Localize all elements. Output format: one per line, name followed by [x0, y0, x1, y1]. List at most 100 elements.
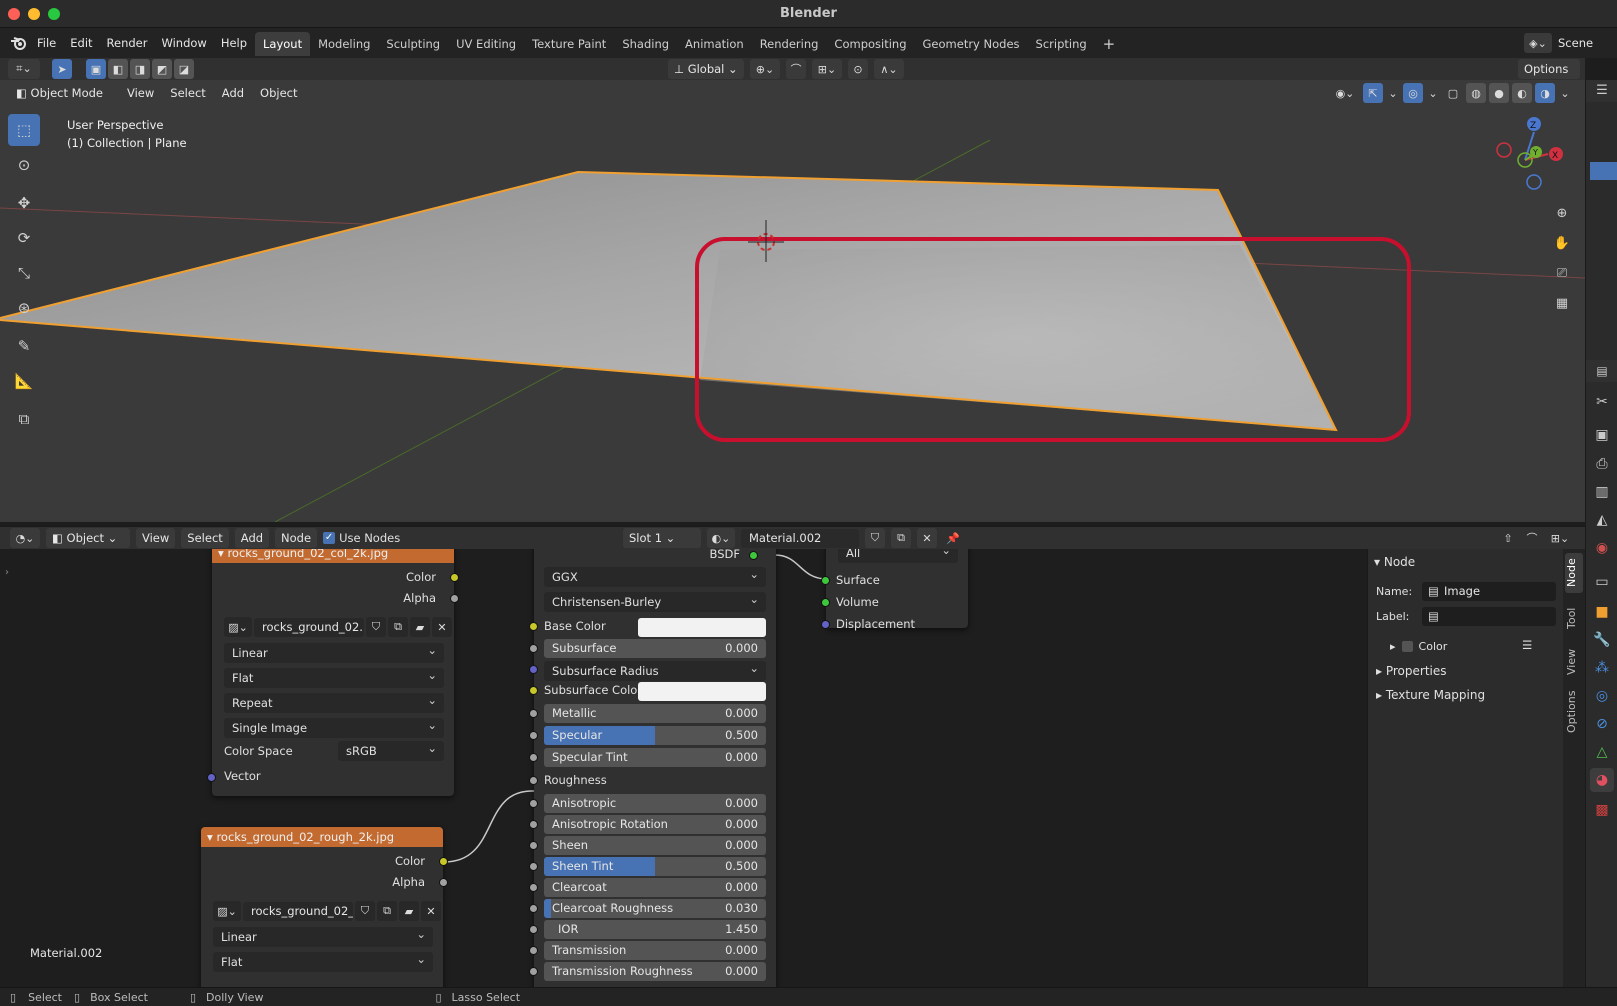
select-invert-icon[interactable]: ◩	[152, 59, 172, 79]
volume-input-socket[interactable]	[821, 598, 830, 607]
select-extend-icon[interactable]: ◧	[108, 59, 128, 79]
clearcoat-roughness-socket[interactable]	[529, 904, 538, 913]
perspective-grid-icon[interactable]: ▦	[1549, 290, 1575, 316]
menu-file[interactable]: File	[30, 32, 63, 54]
color-space-dropdown[interactable]: sRGB	[338, 738, 444, 761]
displacement-input-socket[interactable]	[821, 620, 830, 629]
node-editor-type-icon[interactable]: ◔⌄	[10, 528, 40, 548]
output-target-dropdown[interactable]: All	[838, 549, 958, 563]
node-menu-select[interactable]: Select	[181, 528, 229, 548]
overlay-toggle-icon[interactable]: ◎	[1403, 83, 1423, 103]
select-box-icon[interactable]: ⬚	[8, 114, 40, 146]
tab-rendering[interactable]: Rendering	[752, 32, 827, 56]
modifier-properties-icon[interactable]: 🔧	[1590, 628, 1614, 652]
texture-properties-icon[interactable]: ▩	[1590, 798, 1614, 822]
collapse-arrow-icon[interactable]: ›	[5, 567, 9, 578]
anisotropic-field[interactable]: Anisotropic 0.000	[544, 794, 766, 813]
node-panel-header[interactable]: ▾ Node	[1374, 555, 1415, 569]
viewport-menu-object[interactable]: Object	[254, 83, 304, 103]
texture-node-1-header[interactable]: ▾ rocks_ground_02_col_2k.jpg	[212, 549, 454, 563]
image-browse-icon[interactable]: ▨⌄	[213, 901, 241, 921]
interpolation-dropdown[interactable]: Linear	[213, 924, 433, 947]
image-name-field[interactable]: rocks_ground_02...	[254, 617, 364, 637]
material-shading-icon[interactable]: ◐	[1512, 83, 1532, 103]
image-fake-user-icon[interactable]: ⛉	[366, 617, 386, 637]
snap-node-icon[interactable]: ⌒	[1522, 528, 1542, 548]
material-output-node[interactable]: All Surface Volume Displacement	[821, 549, 968, 631]
editor-type-icon[interactable]: ⌗⌄	[8, 59, 40, 79]
viewport-menu-view[interactable]: View	[121, 83, 161, 103]
source-dropdown[interactable]: Single Image	[224, 715, 444, 738]
image-browse-icon[interactable]: ▨⌄	[224, 617, 252, 637]
image-unlink-icon[interactable]: ✕	[421, 901, 441, 921]
tab-animation[interactable]: Animation	[677, 32, 752, 56]
image-name-field[interactable]: rocks_ground_02_...	[243, 901, 353, 921]
subsurface-radius-socket[interactable]	[529, 665, 538, 674]
sheen-field[interactable]: Sheen 0.000	[544, 836, 766, 855]
pin-icon[interactable]: 📌	[943, 528, 963, 548]
tab-tool[interactable]: Tool	[1565, 601, 1583, 635]
specular-tint-field[interactable]: Specular Tint 0.000	[544, 748, 766, 767]
subsurface-method-dropdown[interactable]: Christensen-Burley	[544, 589, 766, 612]
menu-edit[interactable]: Edit	[63, 32, 99, 54]
interpolation-dropdown[interactable]: Linear	[224, 640, 444, 663]
zoom-icon[interactable]: ⊕	[1549, 200, 1575, 226]
use-nodes-toggle[interactable]: ✓ Use Nodes	[323, 531, 400, 545]
add-cube-icon[interactable]: ⧉	[8, 403, 40, 435]
clearcoat-field[interactable]: Clearcoat 0.000	[544, 878, 766, 897]
outliner-icon[interactable]: ☰	[1586, 80, 1617, 102]
slot-dropdown[interactable]: Slot 1 ⌄	[623, 528, 701, 548]
metallic-socket[interactable]	[529, 709, 538, 718]
sheen-tint-field[interactable]: Sheen Tint 0.500	[544, 857, 766, 876]
solid-shading-icon[interactable]: ●	[1489, 83, 1509, 103]
color-list-icon[interactable]: ☰	[1522, 638, 1532, 652]
menu-help[interactable]: Help	[214, 32, 254, 54]
color-subpanel[interactable]: ▸ Color	[1390, 640, 1447, 653]
tab-scripting[interactable]: Scripting	[1028, 32, 1095, 56]
node-name-field[interactable]: ▤ Image Texture.001	[1422, 582, 1556, 601]
subsurface-socket[interactable]	[529, 644, 538, 653]
ior-field[interactable]: IOR 1.450	[544, 920, 766, 939]
add-workspace-icon[interactable]: +	[1095, 32, 1124, 56]
node-menu-add[interactable]: Add	[234, 528, 270, 548]
base-color-swatch[interactable]	[638, 618, 766, 637]
anisotropic-socket[interactable]	[529, 799, 538, 808]
distribution-dropdown[interactable]: GGX	[544, 564, 766, 587]
particle-properties-icon[interactable]: ⁂	[1590, 656, 1614, 680]
cursor-icon[interactable]: ⊙	[8, 149, 40, 181]
gizmo-toggle-icon[interactable]: ⇱	[1363, 83, 1383, 103]
move-icon[interactable]: ✥	[8, 187, 40, 219]
alpha-output-socket[interactable]	[439, 878, 448, 887]
tab-texture-paint[interactable]: Texture Paint	[524, 32, 614, 56]
anisotropic-rotation-socket[interactable]	[529, 820, 538, 829]
viewport-menu-select[interactable]: Select	[164, 83, 212, 103]
visibility-icon[interactable]: ◉⌄	[1330, 83, 1360, 103]
use-nodes-checkbox[interactable]: ✓	[323, 532, 336, 544]
color-checkbox[interactable]	[1401, 641, 1413, 652]
tab-uv-editing[interactable]: UV Editing	[448, 32, 524, 56]
node-canvas[interactable]: › ▾ rocks_ground_02_col_2k.jpg Color Alp…	[0, 549, 1367, 987]
transmission-roughness-field[interactable]: Transmission Roughness 0.000	[544, 962, 766, 981]
tab-modeling[interactable]: Modeling	[310, 32, 378, 56]
proportional-edit-icon[interactable]: ⊙	[848, 59, 868, 79]
transmission-roughness-socket[interactable]	[529, 967, 538, 976]
menu-render[interactable]: Render	[100, 32, 155, 54]
gizmo-dropdown-icon[interactable]: ⌄	[1386, 83, 1400, 103]
image-texture-node-1[interactable]: ▾ rocks_ground_02_col_2k.jpg Color Alpha…	[207, 549, 459, 796]
physics-properties-icon[interactable]: ◎	[1590, 684, 1614, 708]
metallic-field[interactable]: Metallic 0.000	[544, 704, 766, 723]
pivot-point-icon[interactable]: ⊕⌄	[750, 59, 780, 79]
transmission-socket[interactable]	[529, 946, 538, 955]
anisotropic-rotation-field[interactable]: Anisotropic Rotation 0.000	[544, 815, 766, 834]
image-fake-user-icon[interactable]: ⛉	[355, 901, 375, 921]
rotate-icon[interactable]: ⟳	[8, 222, 40, 254]
texture-mapping-panel-header[interactable]: ▸ Texture Mapping	[1376, 688, 1485, 702]
collection-properties-icon[interactable]: ▭	[1590, 570, 1614, 594]
alpha-output-socket[interactable]	[450, 594, 459, 603]
output-properties-icon[interactable]: ⎙	[1590, 452, 1614, 476]
tab-options[interactable]: Options	[1565, 687, 1583, 739]
falloff-icon[interactable]: ∧⌄	[874, 59, 904, 79]
surface-input-socket[interactable]	[821, 576, 830, 585]
color-output-socket[interactable]	[439, 857, 448, 866]
projection-dropdown[interactable]: Flat	[224, 665, 444, 688]
